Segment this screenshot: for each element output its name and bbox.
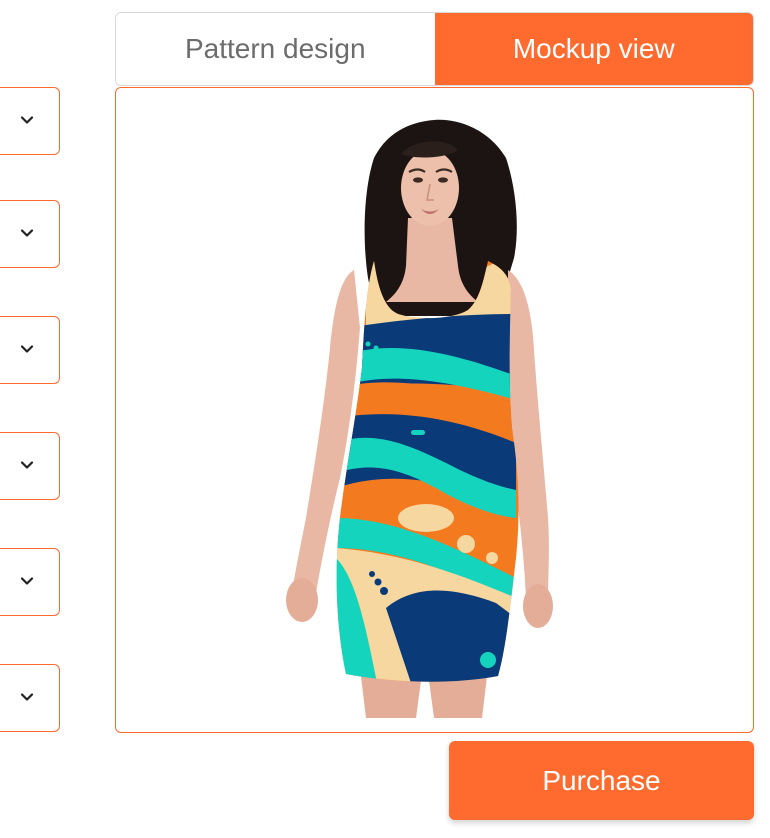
tab-mockup-view[interactable]: Mockup view bbox=[434, 13, 753, 85]
tab-pattern-design-label: Pattern design bbox=[184, 33, 366, 64]
chevron-down-icon bbox=[20, 693, 34, 701]
mockup-preview-panel bbox=[115, 87, 754, 733]
chevron-down-icon bbox=[20, 116, 34, 124]
tab-pattern-design[interactable]: Pattern design bbox=[116, 13, 435, 85]
chevron-down-icon bbox=[20, 229, 34, 237]
chevron-down-icon bbox=[20, 577, 34, 585]
chevron-down-icon bbox=[20, 345, 34, 353]
option-dropdown-1[interactable] bbox=[0, 87, 60, 155]
view-tabs: Pattern design Mockup view bbox=[115, 12, 754, 86]
option-dropdown-4[interactable] bbox=[0, 432, 60, 500]
option-dropdown-6[interactable] bbox=[0, 664, 60, 732]
option-dropdown-3[interactable] bbox=[0, 316, 60, 384]
tab-mockup-view-label: Mockup view bbox=[512, 33, 675, 64]
option-dropdown-5[interactable] bbox=[0, 548, 60, 616]
chevron-down-icon bbox=[20, 461, 34, 469]
option-dropdown-2[interactable] bbox=[0, 200, 60, 268]
dress-mockup-image bbox=[286, 119, 553, 718]
purchase-button[interactable]: Purchase bbox=[449, 741, 754, 820]
